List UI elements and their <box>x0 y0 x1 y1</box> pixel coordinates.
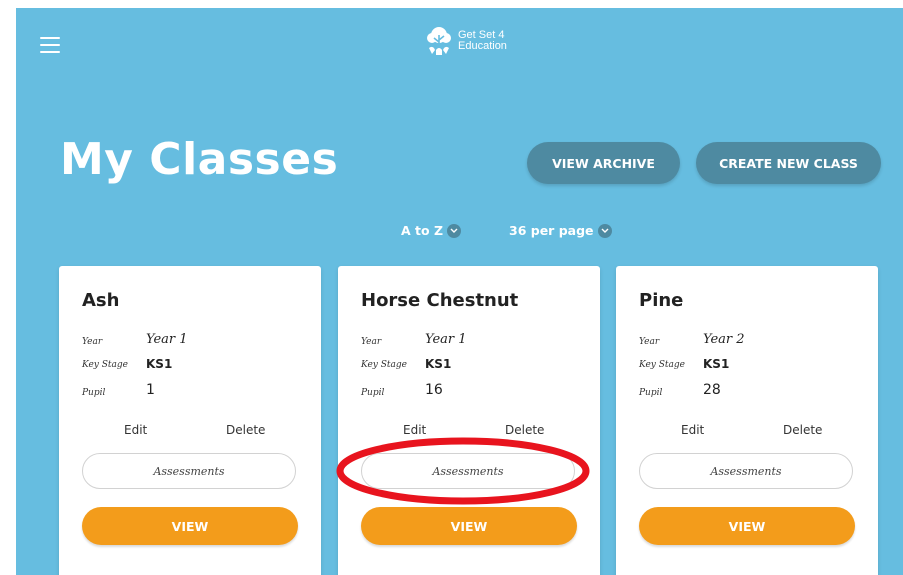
per-page-label: 36 per page <box>509 223 594 238</box>
hamburger-menu-icon[interactable] <box>40 37 60 53</box>
per-page-dropdown[interactable]: 36 per page <box>509 223 612 238</box>
key-stage-value: KS1 <box>146 357 173 371</box>
create-new-class-button[interactable]: CREATE NEW CLASS <box>696 142 881 184</box>
class-card-pine: Pine Year Year 2 Key Stage KS1 Pupil 28 … <box>616 266 878 575</box>
pupil-label: Pupil <box>639 388 663 398</box>
class-name: Horse Chestnut <box>361 290 519 311</box>
assessments-button[interactable]: Assessments <box>639 453 853 489</box>
pupil-count: 16 <box>425 382 443 398</box>
key-stage-label: Key Stage <box>361 360 407 370</box>
year-value: Year 1 <box>425 332 467 347</box>
sort-order-label: A to Z <box>401 223 444 238</box>
class-name: Pine <box>639 290 684 311</box>
class-name: Ash <box>82 290 120 311</box>
sort-order-dropdown[interactable]: A to Z <box>401 223 462 238</box>
view-button[interactable]: VIEW <box>361 507 577 545</box>
page-title: My Classes <box>60 134 339 185</box>
view-archive-button[interactable]: VIEW ARCHIVE <box>527 142 680 184</box>
key-stage-value: KS1 <box>425 357 452 371</box>
app-background: Get Set 4 Education My Classes VIEW ARCH… <box>16 8 903 575</box>
pupil-label: Pupil <box>82 388 106 398</box>
tree-logo-icon <box>427 27 451 55</box>
chevron-down-icon <box>597 223 612 238</box>
year-label: Year <box>361 337 382 347</box>
class-card-ash: Ash Year Year 1 Key Stage KS1 Pupil 1 Ed… <box>59 266 321 575</box>
assessments-button[interactable]: Assessments <box>82 453 296 489</box>
delete-link[interactable]: Delete <box>505 423 544 437</box>
year-value: Year 1 <box>146 332 188 347</box>
class-card-horse-chestnut: Horse Chestnut Year Year 1 Key Stage KS1… <box>338 266 600 575</box>
edit-link[interactable]: Edit <box>124 423 147 437</box>
key-stage-label: Key Stage <box>639 360 685 370</box>
year-label: Year <box>82 337 103 347</box>
assessments-button[interactable]: Assessments <box>361 453 575 489</box>
view-button[interactable]: VIEW <box>639 507 855 545</box>
edit-link[interactable]: Edit <box>681 423 704 437</box>
chevron-down-icon <box>447 223 462 238</box>
pupil-label: Pupil <box>361 388 385 398</box>
edit-link[interactable]: Edit <box>403 423 426 437</box>
logo-text-line2: Education <box>458 40 507 52</box>
key-stage-value: KS1 <box>703 357 730 371</box>
year-value: Year 2 <box>703 332 745 347</box>
pupil-count: 28 <box>703 382 721 398</box>
pupil-count: 1 <box>146 382 155 398</box>
view-button[interactable]: VIEW <box>82 507 298 545</box>
brand-logo[interactable]: Get Set 4 Education <box>426 26 507 56</box>
delete-link[interactable]: Delete <box>783 423 822 437</box>
year-label: Year <box>639 337 660 347</box>
key-stage-label: Key Stage <box>82 360 128 370</box>
delete-link[interactable]: Delete <box>226 423 265 437</box>
